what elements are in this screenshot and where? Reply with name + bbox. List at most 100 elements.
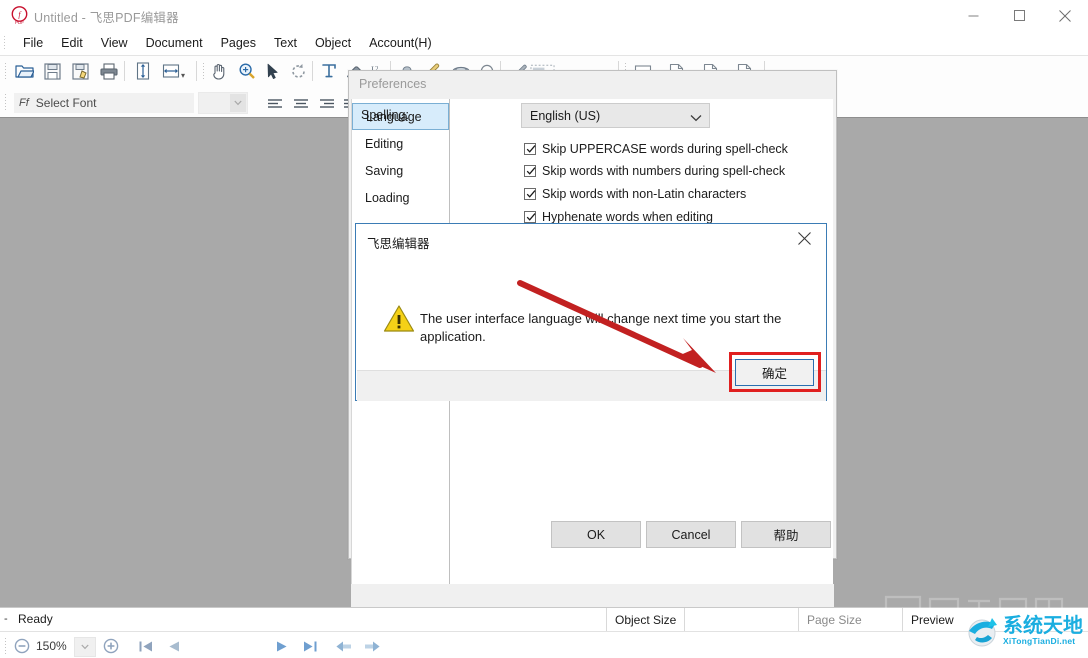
sidebar-item-loading[interactable]: Loading: [352, 184, 449, 211]
watermark-globe-icon: [965, 614, 999, 648]
sidebar-item-editing[interactable]: Editing: [352, 130, 449, 157]
menu-item-text[interactable]: Text: [265, 34, 306, 52]
fit-height-icon[interactable]: [130, 59, 155, 83]
checkbox-label: Hyphenate words when editing: [542, 210, 713, 224]
watermark-title: 系统天地: [1003, 616, 1083, 636]
cancel-button[interactable]: Cancel: [646, 521, 736, 548]
ok-button[interactable]: OK: [551, 521, 641, 548]
sidebar-item-saving[interactable]: Saving: [352, 157, 449, 184]
warning-triangle-icon: [383, 304, 415, 338]
preferences-title: Preferences: [359, 77, 426, 91]
toolbar-separator-2: [196, 61, 197, 81]
checkbox-row-skip-numbers[interactable]: Skip words with numbers during spell-che…: [524, 164, 785, 178]
menu-item-pages[interactable]: Pages: [212, 34, 265, 52]
svg-text:f: f: [18, 10, 22, 19]
save-as-icon[interactable]: [68, 59, 93, 83]
checkbox-label: Skip words with non-Latin characters: [542, 187, 746, 201]
svg-text:PDF: PDF: [15, 20, 24, 25]
checkbox-label: Skip UPPERCASE words during spell-check: [542, 142, 788, 156]
menu-grip[interactable]: [3, 35, 6, 51]
spelling-select[interactable]: English (US): [521, 103, 710, 128]
help-button[interactable]: 帮助: [741, 521, 831, 548]
window-title: Untitled - 飞思PDF编辑器: [34, 7, 179, 26]
text-tool-icon[interactable]: [316, 59, 341, 83]
toolbar-grip-1[interactable]: [4, 62, 7, 80]
page-size-label-text: Page Size: [807, 613, 862, 627]
status-object-size-label: Object Size: [606, 608, 685, 632]
close-icon[interactable]: [1042, 0, 1088, 31]
align-right-icon[interactable]: [314, 92, 339, 116]
checkbox-row-skip-non-latin[interactable]: Skip words with non-Latin characters: [524, 187, 746, 201]
menu-item-edit[interactable]: Edit: [52, 34, 92, 52]
align-left-icon[interactable]: [262, 92, 287, 116]
close-icon[interactable]: [782, 224, 826, 253]
object-size-label-text: Object Size: [615, 613, 676, 627]
sidebar-item-label: Editing: [365, 137, 403, 151]
navigation-bar: 150%: [0, 631, 1088, 658]
font-value: Select Font: [36, 96, 97, 110]
last-page-icon[interactable]: [300, 636, 320, 656]
status-ready-text: Ready: [18, 612, 53, 626]
toolbar-separator-3: [312, 61, 313, 81]
checkbox-skip-numbers[interactable]: [524, 165, 536, 177]
checkbox-skip-uppercase[interactable]: [524, 143, 536, 155]
navigate-forward-icon[interactable]: [362, 636, 382, 656]
status-object-size-value: [684, 608, 799, 632]
toolbar-separator-1: [124, 61, 125, 81]
zoom-level-dropdown[interactable]: [74, 637, 96, 657]
next-page-icon[interactable]: [272, 636, 292, 656]
pdf-app-icon: f PDF: [10, 6, 29, 25]
font-size-input[interactable]: [198, 92, 248, 114]
message-box-ok-button[interactable]: 确定: [735, 359, 814, 386]
checkbox-row-skip-uppercase[interactable]: Skip UPPERCASE words during spell-check: [524, 142, 788, 156]
watermark-subtitle: XiTongTianDi.net: [1003, 636, 1083, 646]
first-page-icon[interactable]: [136, 636, 156, 656]
checkbox-row-hyphenate[interactable]: Hyphenate words when editing: [524, 210, 713, 224]
fit-dropdown-caret-icon[interactable]: ▾: [179, 71, 187, 79]
checkbox-hyphenate[interactable]: [524, 211, 536, 223]
toolbar-grip-2[interactable]: [202, 62, 205, 80]
menu-item-object[interactable]: Object: [306, 34, 360, 52]
rotate-icon[interactable]: [286, 59, 311, 83]
application-window: f PDF Untitled - 飞思PDF编辑器 File Edit View…: [0, 0, 1088, 658]
minimize-icon[interactable]: [950, 0, 996, 31]
save-icon[interactable]: [40, 59, 65, 83]
zoom-level-value: 150%: [36, 639, 67, 653]
previous-page-icon[interactable]: [164, 636, 184, 656]
menu-items: File Edit View Document Pages Text Objec…: [14, 31, 441, 55]
status-collapse-toggle[interactable]: -: [4, 613, 8, 625]
zoom-out-icon[interactable]: [12, 636, 32, 656]
message-box-text: The user interface language will change …: [420, 310, 792, 346]
preview-label-text: Preview: [911, 613, 954, 627]
align-center-icon[interactable]: [288, 92, 313, 116]
status-page-size-label: Page Size: [798, 608, 903, 632]
chevron-down-icon: [690, 109, 702, 127]
font-icon: Ff: [19, 97, 29, 109]
menu-item-file[interactable]: File: [14, 34, 52, 52]
spelling-select-value: English (US): [530, 109, 600, 123]
checkbox-skip-non-latin[interactable]: [524, 188, 536, 200]
menu-item-view[interactable]: View: [92, 34, 137, 52]
open-folder-icon[interactable]: [12, 59, 37, 83]
menu-bar: File Edit View Document Pages Text Objec…: [0, 31, 1088, 56]
sidebar-item-label: Loading: [365, 191, 410, 205]
print-icon[interactable]: [96, 59, 121, 83]
zoom-tool-icon[interactable]: [234, 59, 259, 83]
status-bar: - Ready Object Size Page Size Preview: [0, 607, 1088, 632]
zoom-in-icon[interactable]: [101, 636, 121, 656]
hand-tool-icon[interactable]: [206, 59, 231, 83]
message-box-title: 飞思编辑器: [367, 233, 430, 252]
maximize-icon[interactable]: [996, 0, 1042, 31]
menu-item-account[interactable]: Account(H): [360, 34, 441, 52]
navbar-grip[interactable]: [4, 637, 7, 655]
spelling-label: Spelling:: [361, 108, 409, 122]
sidebar-item-label: Saving: [365, 164, 403, 178]
font-toolbar-grip[interactable]: [4, 93, 7, 111]
font-size-chevron-down-icon[interactable]: [230, 94, 246, 112]
select-tool-icon[interactable]: [260, 59, 285, 83]
site-watermark: 系统天地 XiTongTianDi.net: [965, 608, 1083, 654]
navigate-back-icon[interactable]: [334, 636, 354, 656]
title-bar: f PDF Untitled - 飞思PDF编辑器: [0, 0, 1088, 32]
font-select-input[interactable]: Ff Select Font: [14, 93, 194, 113]
menu-item-document[interactable]: Document: [137, 34, 212, 52]
